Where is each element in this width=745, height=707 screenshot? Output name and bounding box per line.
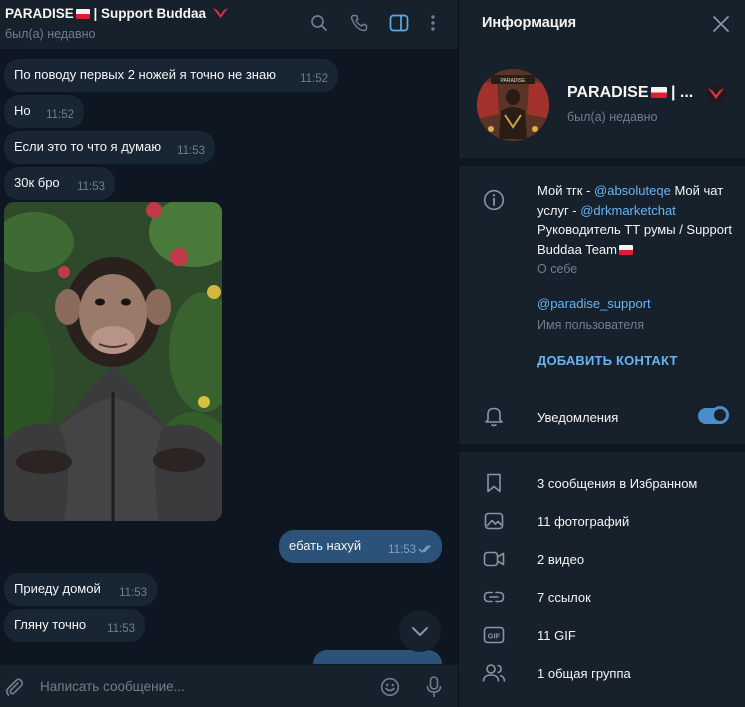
profile-name-suffix: | ...: [666, 84, 694, 101]
bio-text[interactable]: Мой тгк - @absoluteqe Мой чат услуг - @d…: [537, 181, 737, 259]
close-icon[interactable]: [711, 14, 731, 34]
message-time: 11:53: [119, 587, 147, 599]
poland-flag-icon: [75, 9, 90, 19]
link-icon: [482, 585, 506, 609]
info-title: Информация: [482, 15, 577, 31]
notifications-label: Уведомления: [537, 410, 619, 425]
message-bubble[interactable]: 30к бро 11:53: [4, 167, 115, 200]
message-list[interactable]: По поводу первых 2 ножей я точно не знаю…: [0, 51, 458, 670]
username-label: Имя пользователя: [537, 318, 644, 332]
poland-flag-icon: [619, 244, 633, 255]
message-bubble[interactable]: По поводу первых 2 ножей я точно не знаю…: [4, 59, 338, 92]
notifications-toggle[interactable]: [698, 406, 729, 424]
phone-icon[interactable]: [347, 11, 371, 35]
message-time: 11:53: [77, 181, 105, 193]
message-bubble[interactable]: Приеду домой 11:53: [4, 573, 157, 606]
video-icon: [482, 547, 506, 571]
avatar[interactable]: PARADISE: [477, 69, 549, 141]
svg-text:PARADISE: PARADISE: [501, 78, 527, 84]
message-text: 30к бро: [14, 175, 60, 190]
photo-icon: [482, 509, 506, 533]
double-check-icon: [418, 545, 431, 554]
message-composer: [0, 664, 458, 707]
search-icon[interactable]: [307, 11, 331, 35]
chat-title-name: PARADISE: [5, 6, 74, 21]
media-row-label: 11 фотографий: [537, 514, 630, 529]
message-text: Если это то что я думаю: [14, 139, 162, 154]
bio-rest: Руководитель ТТ румы / Support Buddaa Te…: [537, 222, 732, 257]
chat-title-suffix: | Support Buddaa: [89, 6, 207, 21]
info-icon: [482, 188, 506, 212]
bio-prefix: Мой тгк -: [537, 183, 595, 198]
message-text: Приеду домой: [14, 581, 101, 596]
bio-link-channel[interactable]: @absoluteqe: [594, 183, 671, 198]
message-time: 11:53: [388, 544, 416, 556]
sidebar-toggle-icon[interactable]: [387, 11, 411, 35]
poland-flag-icon: [650, 87, 667, 98]
media-row-label: 2 видео: [537, 552, 585, 567]
microphone-icon[interactable]: [422, 675, 446, 699]
scroll-down-button[interactable]: [399, 610, 441, 652]
toggle-knob: [711, 406, 729, 424]
group-icon: [482, 661, 506, 685]
add-contact-button[interactable]: ДОБАВИТЬ КОНТАКТ: [537, 353, 678, 368]
chat-header[interactable]: PARADISE | Support Buddaa был(а) недавно: [0, 0, 458, 50]
heart-wings-icon: [212, 8, 228, 18]
chat-status: был(а) недавно: [5, 27, 96, 41]
media-row-label: 3 сообщения в Избранном: [537, 476, 698, 491]
message-bubble-outgoing[interactable]: ебать нахуй 11:53: [279, 530, 442, 563]
message-bubble[interactable]: Если это то что я думаю 11:53: [4, 131, 215, 164]
bio-link-chat[interactable]: @drkmarketchat: [580, 203, 676, 218]
info-panel: Информация PARADISE PARADISE | ... был(а…: [459, 0, 745, 707]
username-link[interactable]: @paradise_support: [537, 296, 651, 311]
media-row-label: 11 GIF: [537, 628, 576, 643]
media-row-label: 7 ссылок: [537, 590, 591, 605]
message-time: 11:52: [300, 73, 328, 85]
paperclip-icon[interactable]: [2, 675, 26, 699]
section-separator: [459, 158, 745, 166]
message-bubble[interactable]: Но 11:52: [4, 95, 84, 128]
message-time: 11:53: [107, 623, 135, 635]
message-bubble[interactable]: Гляну точно 11:53: [4, 609, 145, 642]
message-input[interactable]: [40, 675, 360, 697]
message-text: Но: [14, 103, 31, 118]
profile-name-text: PARADISE: [567, 84, 649, 101]
message-time: 11:52: [46, 109, 74, 121]
message-text: ебать нахуй: [289, 538, 362, 553]
gif-icon: GIF: [482, 623, 506, 647]
bookmark-icon: [482, 471, 506, 495]
heart-wings-icon: [706, 83, 726, 103]
media-row-label: 1 общая группа: [537, 666, 631, 681]
message-time: 11:53: [177, 145, 205, 157]
message-text: Гляну точно: [14, 617, 87, 632]
chevron-down-icon: [412, 626, 428, 636]
profile-name: PARADISE | ...: [567, 84, 693, 102]
chimpanzee-photo[interactable]: [4, 202, 222, 521]
section-separator: [459, 444, 745, 452]
more-icon[interactable]: [421, 11, 445, 35]
profile-status: был(а) недавно: [567, 110, 658, 124]
svg-text:GIF: GIF: [488, 632, 501, 641]
chat-pane: PARADISE | Support Buddaa был(а) недавно…: [0, 0, 458, 707]
message-text: По поводу первых 2 ножей я точно не знаю: [14, 67, 276, 82]
bell-icon: [482, 404, 506, 428]
bio-label: О себе: [537, 262, 578, 276]
emoji-icon[interactable]: [378, 675, 402, 699]
chat-title[interactable]: PARADISE | Support Buddaa: [5, 6, 229, 21]
